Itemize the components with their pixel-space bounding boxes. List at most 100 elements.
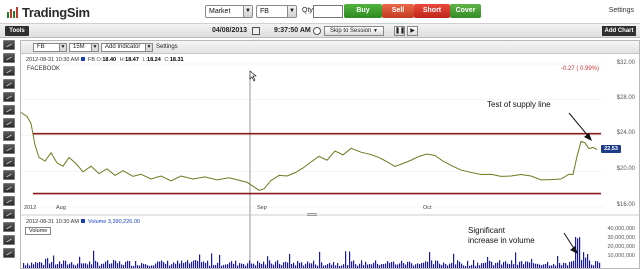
- volume-bar: [59, 261, 61, 268]
- volume-bar: [549, 265, 551, 268]
- buy-button[interactable]: Buy: [344, 4, 382, 18]
- sell-button[interactable]: Sell: [382, 4, 414, 18]
- symbol-select[interactable]: FB ▼: [256, 5, 297, 18]
- volume-bar: [309, 263, 311, 268]
- text-tool-icon[interactable]: [3, 170, 15, 180]
- magnet-tool-icon[interactable]: [3, 222, 15, 232]
- volume-bar: [555, 265, 557, 268]
- volume-bar: [271, 263, 273, 268]
- volume-bar: [291, 263, 293, 268]
- volume-tick: 20,000,000: [607, 244, 635, 250]
- volume-bar: [427, 261, 429, 268]
- volume-bar: [161, 260, 163, 268]
- date-tick: 2012: [24, 205, 37, 211]
- line-tool-icon[interactable]: [3, 53, 15, 63]
- volume-bar: [463, 265, 465, 268]
- volume-bar: [429, 252, 431, 268]
- volume-bar: [261, 263, 263, 268]
- session-date: 04/08/2013: [212, 27, 248, 34]
- short-button[interactable]: Short: [414, 4, 450, 18]
- tools-button[interactable]: Tools: [5, 26, 29, 36]
- panel-splitter-handle[interactable]: [307, 213, 317, 216]
- calendar-icon[interactable]: [252, 27, 260, 35]
- volume-bar: [507, 263, 509, 268]
- trendline-tool-icon[interactable]: [3, 79, 15, 89]
- volume-bar: [265, 264, 267, 268]
- volume-bar: [559, 262, 561, 268]
- pointer-tool-icon[interactable]: [3, 40, 15, 50]
- volume-bar: [269, 260, 271, 268]
- volume-bar: [385, 263, 387, 268]
- volume-bar: [85, 263, 87, 268]
- volume-bar: [511, 260, 513, 268]
- volume-bar: [135, 261, 137, 268]
- series-color-icon: [81, 57, 86, 61]
- step-forward-icon: ▶: [410, 28, 415, 34]
- volume-bar: [393, 261, 395, 268]
- volume-bar: [103, 263, 105, 268]
- volume-bar: [263, 261, 265, 268]
- date-tick: Aug: [56, 205, 66, 211]
- zoom-tool-icon[interactable]: [3, 209, 15, 219]
- volume-bar: [297, 261, 299, 268]
- volume-indicator-button[interactable]: Volume: [25, 227, 52, 235]
- series-color-icon: [81, 219, 86, 223]
- eraser-tool-icon[interactable]: [3, 248, 15, 258]
- fibonacci-tool-icon[interactable]: [3, 131, 15, 141]
- volume-bar: [541, 265, 543, 268]
- ray-tool-icon[interactable]: [3, 66, 15, 76]
- ellipse-tool-icon[interactable]: [3, 157, 15, 167]
- order-type-select[interactable]: Market ▼: [205, 5, 253, 18]
- volume-bar: [373, 262, 375, 268]
- date-tick: Oct: [423, 205, 432, 211]
- measure-tool-icon[interactable]: [3, 196, 15, 206]
- volume-bar: [441, 264, 443, 268]
- volume-bar: [377, 263, 379, 268]
- volume-annotation-line2: increase in volume: [468, 236, 535, 245]
- cursor-icon: [249, 70, 257, 82]
- volume-bar: [235, 260, 237, 268]
- volume-bar: [49, 263, 51, 268]
- session-time: 9:37:50 AM: [274, 27, 311, 34]
- settings-link[interactable]: Settings: [609, 7, 634, 14]
- cover-button[interactable]: Cover: [450, 4, 481, 18]
- add-chart-button[interactable]: Add Chart: [602, 26, 636, 36]
- arrow-tool-icon[interactable]: [3, 183, 15, 193]
- vertical-line-icon[interactable]: [3, 105, 15, 115]
- volume-bar: [101, 263, 103, 268]
- lock-tool-icon[interactable]: [3, 235, 15, 245]
- close-value: 18.31: [169, 57, 184, 63]
- volume-bar: [29, 265, 31, 268]
- volume-bar: [513, 264, 515, 268]
- step-forward-button[interactable]: ▶: [407, 26, 418, 36]
- volume-bar: [231, 261, 233, 268]
- horizontal-line-icon[interactable]: [3, 92, 15, 102]
- volume-bar: [489, 260, 491, 268]
- volume-bar: [131, 265, 133, 268]
- skip-session-select[interactable]: Skip to Session ▼: [324, 26, 384, 36]
- volume-bar: [561, 265, 563, 268]
- volume-bar: [329, 262, 331, 268]
- volume-bar: [51, 261, 53, 268]
- volume-bar: [71, 262, 73, 268]
- volume-bar: [117, 263, 119, 268]
- volume-bar: [285, 261, 287, 268]
- volume-bar: [75, 265, 77, 268]
- high-value: 18.47: [125, 57, 139, 63]
- volume-bar: [203, 261, 205, 268]
- channel-tool-icon[interactable]: [3, 118, 15, 128]
- volume-bar: [105, 261, 107, 268]
- volume-bar: [241, 263, 243, 268]
- qty-input[interactable]: [313, 5, 343, 18]
- rectangle-tool-icon[interactable]: [3, 144, 15, 154]
- volume-bar: [499, 260, 501, 268]
- volume-bar: [171, 264, 173, 268]
- pause-button[interactable]: ❚❚: [394, 26, 405, 36]
- volume-bar: [187, 260, 189, 268]
- volume-bar: [267, 256, 269, 268]
- price-chart[interactable]: [21, 41, 639, 268]
- clock-icon[interactable]: [313, 27, 321, 35]
- volume-bar: [347, 264, 349, 268]
- volume-bar: [341, 265, 343, 268]
- volume-bar: [365, 261, 367, 268]
